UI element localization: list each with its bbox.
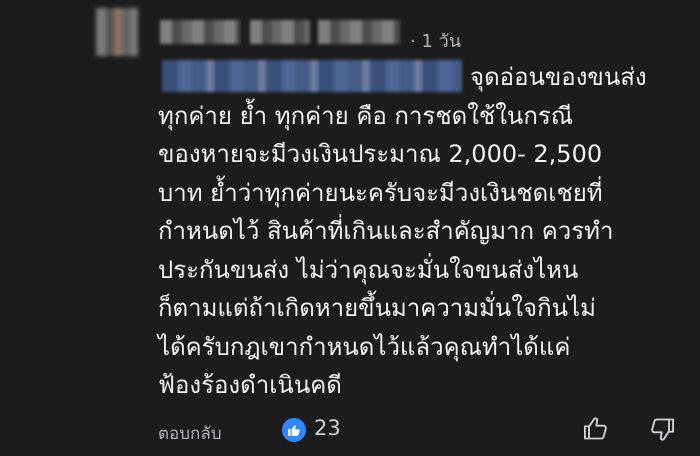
comment-line: ประกันขนส่ง ไม่ว่าคุณจะมั่นใจขนส่งไหน [158,255,579,284]
comment-body: จุดอ่อนของขนส่ง ทุกค่าย ย้ำ ทุกค่าย คือ … [158,58,678,405]
author-name-blurred-2 [250,20,310,44]
thumbs-down-icon [651,418,675,441]
author-name-blurred[interactable] [160,20,240,44]
thumbs-up-icon [583,417,607,440]
author-name-blurred-3 [318,20,400,44]
like-button[interactable] [582,414,610,446]
comment-line: กำหนดไว้ สินค้าที่เกินและสำคัญมาก ควรทำ [158,217,614,245]
comment-line: ก็ตามแต่ถ้าเกิดหายขึ้นมาความมั่นใจกินไม่ [158,294,596,322]
comment-line: บาท ย้ำว่าทุกค่ายนะครับจะมีวงเงินชดเชยที… [158,178,603,207]
comment-line: ทุกค่าย ย้ำ ทุกค่าย คือ การชดใช้ในกรณี [158,101,574,130]
comment-actions-bar: ตอบกลับ 23 [0,410,700,450]
comment-line: ของหายจะมีวงเงินประมาณ 2,000- 2,500 [158,140,603,168]
avatar-blurred[interactable] [96,8,138,56]
like-reaction-badge[interactable] [282,418,306,442]
dislike-button[interactable] [648,416,676,448]
comment-timestamp[interactable]: · 1 วัน [410,26,461,55]
like-count[interactable]: 23 [314,416,341,440]
comment-line: ฟ้องร้องดำเนินคดี [158,371,342,399]
comment-line: ได้ครับกฎเขากำหนดไว้แล้วคุณทำได้แค่ [158,332,571,361]
reply-button[interactable]: ตอบกลับ [158,420,222,447]
comment-line: จุดอ่อนของขนส่ง [470,63,647,91]
thumbs-up-icon [288,425,300,436]
